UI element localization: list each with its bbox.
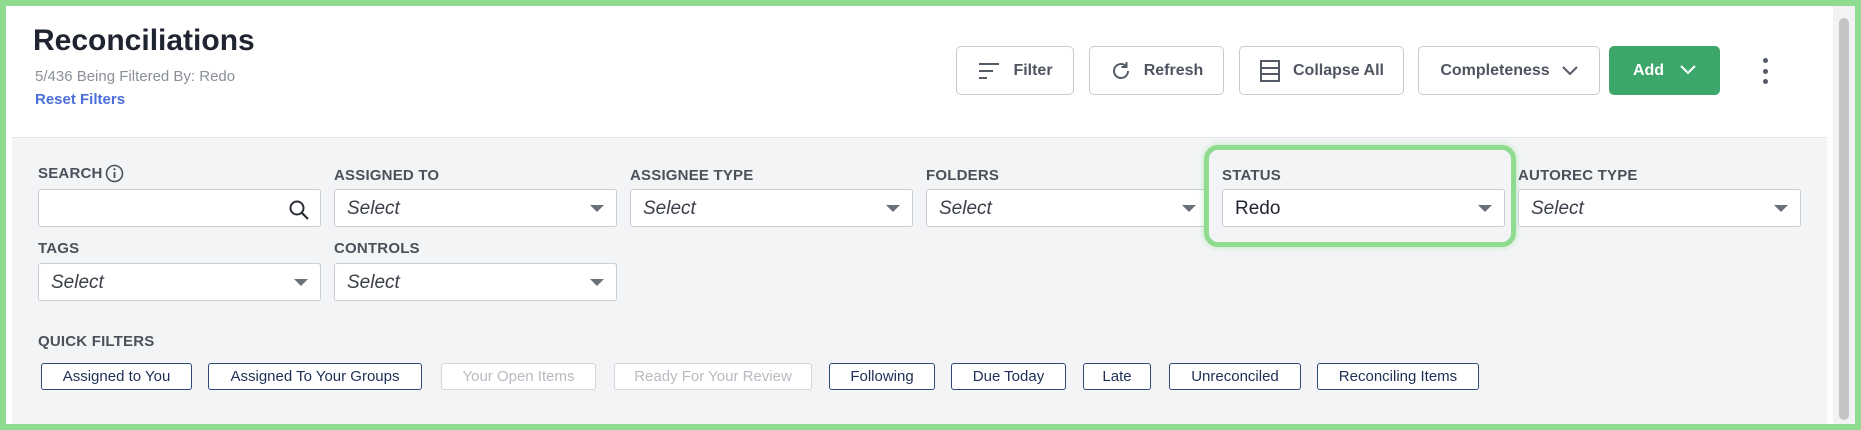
assignee-type-label: ASSIGNEE TYPE	[630, 167, 754, 184]
caret-down-icon	[294, 279, 308, 286]
controls-select[interactable]: Select	[334, 263, 617, 301]
caret-down-icon	[886, 205, 900, 212]
assignee-type-select[interactable]: Select	[630, 189, 913, 227]
collapse-all-button[interactable]: Collapse All	[1239, 46, 1404, 95]
quick-filter-chip: Ready For Your Review	[614, 363, 812, 390]
completeness-label: Completeness	[1440, 61, 1550, 79]
refresh-icon	[1110, 60, 1132, 82]
tags-label: TAGS	[38, 240, 80, 257]
caret-down-icon	[1182, 205, 1196, 212]
status-value: Redo	[1235, 198, 1281, 219]
reset-filters-link[interactable]: Reset Filters	[35, 91, 125, 108]
refresh-button[interactable]: Refresh	[1089, 46, 1224, 95]
page-title: Reconciliations	[33, 24, 255, 57]
info-icon[interactable]	[105, 164, 124, 188]
more-options-icon[interactable]	[1755, 58, 1775, 84]
filter-summary: 5/436 Being Filtered By: Redo	[35, 68, 236, 85]
scrollbar-thumb[interactable]	[1839, 18, 1849, 420]
chevron-down-icon	[1680, 62, 1696, 80]
autorec-type-select[interactable]: Select	[1518, 189, 1801, 227]
filter-button[interactable]: Filter	[956, 46, 1074, 95]
caret-down-icon	[1478, 205, 1492, 212]
status-select[interactable]: Redo	[1222, 189, 1505, 227]
status-label: STATUS	[1222, 167, 1281, 184]
folders-label: FOLDERS	[926, 167, 1000, 184]
assigned-to-label: ASSIGNED TO	[334, 167, 440, 184]
folders-value: Select	[939, 198, 992, 219]
add-button[interactable]: Add	[1609, 46, 1720, 95]
completeness-dropdown[interactable]: Completeness	[1418, 46, 1600, 95]
caret-down-icon	[590, 205, 604, 212]
collapse-all-label: Collapse All	[1293, 61, 1384, 79]
assigned-to-value: Select	[347, 198, 400, 219]
add-button-label: Add	[1632, 61, 1665, 79]
tags-value: Select	[51, 272, 104, 293]
quick-filter-chip[interactable]: Following	[829, 363, 935, 390]
quick-filter-chip[interactable]: Reconciling Items	[1317, 363, 1479, 390]
quick-filter-chip[interactable]: Late	[1083, 363, 1151, 390]
refresh-button-label: Refresh	[1143, 61, 1204, 79]
quick-filter-chip[interactable]: Assigned to You	[41, 363, 192, 390]
quick-filters-label: QUICK FILTERS	[38, 333, 155, 350]
quick-filter-chip[interactable]: Assigned To Your Groups	[208, 363, 422, 390]
assigned-to-select[interactable]: Select	[334, 189, 617, 227]
table-icon	[1259, 59, 1281, 83]
autorec-type-value: Select	[1531, 198, 1584, 219]
filter-button-label: Filter	[1013, 61, 1053, 79]
tags-select[interactable]: Select	[38, 263, 321, 301]
controls-value: Select	[347, 272, 400, 293]
caret-down-icon	[590, 279, 604, 286]
search-input[interactable]	[38, 189, 321, 227]
quick-filter-chip: Your Open Items	[441, 363, 596, 390]
search-label: SEARCH	[38, 165, 103, 182]
folders-select[interactable]: Select	[926, 189, 1209, 227]
assignee-type-value: Select	[643, 198, 696, 219]
filter-lines-icon	[977, 61, 1001, 81]
vertical-scrollbar[interactable]	[1833, 6, 1855, 424]
controls-label: CONTROLS	[334, 240, 420, 257]
quick-filter-chip[interactable]: Unreconciled	[1169, 363, 1301, 390]
autorec-type-label: AUTOREC TYPE	[1518, 167, 1638, 184]
caret-down-icon	[1774, 205, 1788, 212]
chevron-down-icon	[1561, 65, 1578, 76]
quick-filter-chip[interactable]: Due Today	[951, 363, 1066, 390]
